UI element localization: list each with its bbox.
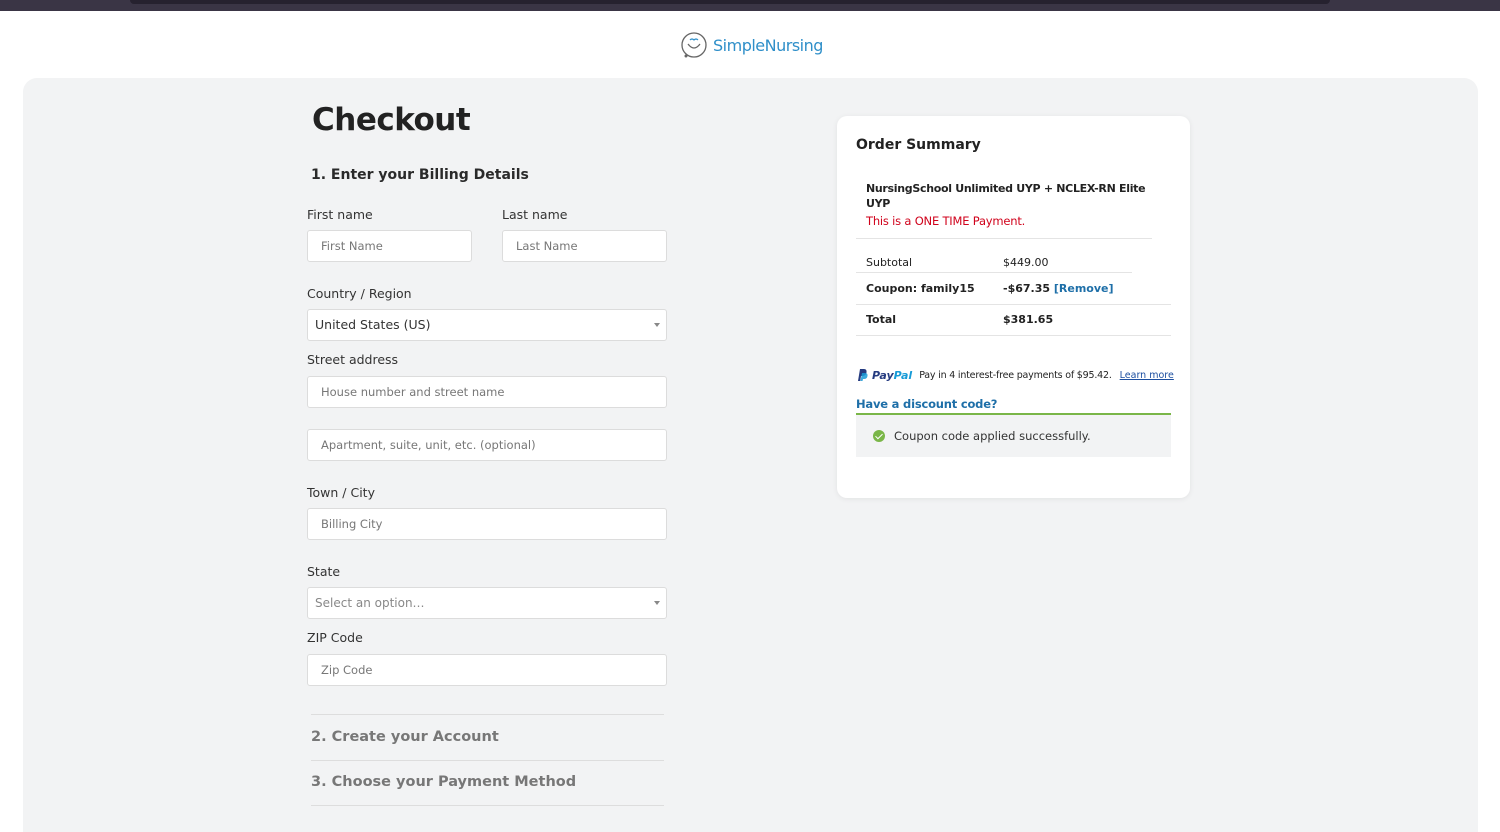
country-label: Country / Region: [307, 286, 412, 301]
coupon-discount-value: -$67.35: [1003, 282, 1051, 295]
paypal-wordmark: PayPal: [872, 369, 912, 382]
brand-logo[interactable]: SimpleNursing: [680, 30, 823, 60]
check-circle-icon: [873, 430, 885, 442]
checkout-panel: [23, 78, 1478, 832]
city-field[interactable]: Billing City: [307, 508, 667, 540]
discount-code-link[interactable]: Have a discount code?: [856, 397, 997, 411]
payment-method-step[interactable]: 3. Choose your Payment Method: [311, 760, 664, 806]
divider: [856, 304, 1171, 305]
last-name-field[interactable]: Last Name: [502, 230, 667, 262]
top-bar-inner: [130, 0, 1330, 4]
browser-top-bar: [0, 0, 1500, 11]
first-name-label: First name: [307, 207, 373, 222]
order-summary-card: Order Summary NursingSchool Unlimited UY…: [837, 116, 1190, 498]
last-name-label: Last name: [502, 207, 568, 222]
country-select[interactable]: United States (US): [307, 309, 667, 341]
create-account-step[interactable]: 2. Create your Account: [311, 714, 664, 760]
total-value: $381.65: [1003, 313, 1054, 326]
coupon-success-message: Coupon code applied successfully.: [894, 429, 1091, 443]
paypal-message: Pay in 4 interest-free payments of $95.4…: [919, 369, 1112, 381]
zip-field[interactable]: Zip Code: [307, 654, 667, 686]
page-title: Checkout: [312, 102, 471, 138]
paypal-word-pay: Pay: [872, 368, 894, 382]
first-name-field[interactable]: First Name: [307, 230, 472, 262]
state-placeholder: Select an option…: [315, 596, 425, 610]
coupon-row-value: -$67.35 [Remove]: [1003, 282, 1114, 295]
zip-label: ZIP Code: [307, 630, 363, 645]
apartment-field[interactable]: Apartment, suite, unit, etc. (optional): [307, 429, 667, 461]
coupon-label: Coupon: family15: [866, 282, 975, 295]
paypal-word-pal: Pal: [893, 368, 913, 382]
smile-heart-icon: [681, 32, 707, 58]
chevron-down-icon: [654, 601, 660, 605]
product-name: NursingSchool Unlimited UYP + NCLEX-RN E…: [866, 182, 1146, 210]
state-label: State: [307, 564, 341, 579]
order-summary-title: Order Summary: [856, 137, 981, 153]
subtotal-value: $449.00: [1003, 256, 1049, 269]
divider: [856, 238, 1152, 239]
one-time-payment-note: This is a ONE TIME Payment.: [866, 214, 1026, 228]
brand-name: SimpleNursing: [713, 35, 823, 55]
remove-coupon-link[interactable]: [Remove]: [1054, 282, 1114, 295]
street-label: Street address: [307, 352, 399, 367]
paypal-learn-more-link[interactable]: Learn more: [1120, 370, 1174, 381]
paypal-pay-later-banner: PayPal Pay in 4 interest-free payments o…: [856, 368, 1174, 382]
city-label: Town / City: [307, 485, 375, 500]
divider: [856, 272, 1132, 273]
coupon-success-notice: Coupon code applied successfully.: [856, 415, 1171, 457]
billing-section-title: 1. Enter your Billing Details: [311, 167, 529, 183]
country-selected-value: United States (US): [315, 317, 431, 332]
subtotal-label: Subtotal: [866, 256, 913, 269]
street-address-field[interactable]: House number and street name: [307, 376, 667, 408]
divider: [856, 335, 1171, 336]
state-select[interactable]: Select an option…: [307, 587, 667, 619]
total-label: Total: [866, 313, 897, 326]
chevron-down-icon: [654, 323, 660, 327]
paypal-icon: [858, 369, 868, 381]
